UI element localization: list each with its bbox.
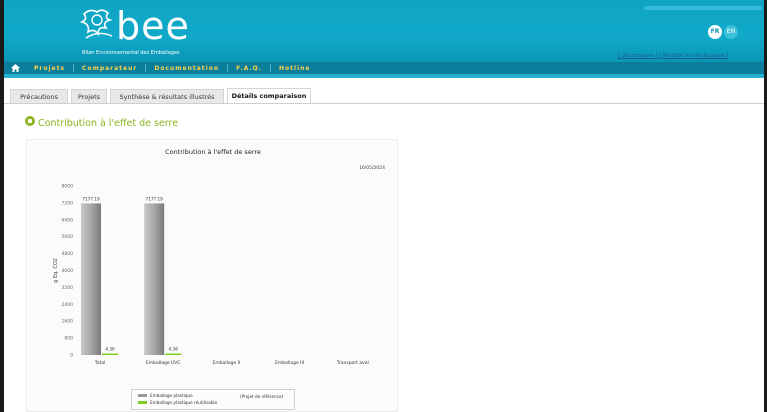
bee-logo-icon[interactable] [80, 8, 116, 42]
brand-subtitle: Bilan Environnemental des Emballages [82, 50, 180, 56]
user-info [644, 6, 762, 10]
data-label: 4.36 [105, 347, 115, 352]
data-label: 4.36 [169, 347, 179, 352]
legend-item: Emballage plastique [138, 393, 193, 398]
legend-reference-note: (Projet de référence) [240, 394, 284, 399]
nav-item-faq[interactable]: F.A.Q. [228, 65, 270, 72]
y-tick-label: 0 [70, 353, 73, 359]
y-tick-label: 1600 [62, 319, 74, 325]
x-tick-label: Emballage III [275, 360, 304, 366]
legend-item: Emballage plastique réutilisable [138, 400, 217, 405]
brand-logo[interactable]: bee [116, 6, 190, 46]
tab-divider [4, 103, 764, 104]
section-title: Contribution à l'effet de serre [38, 118, 179, 129]
section-bullet-icon [25, 116, 35, 126]
language-en-button[interactable]: EN [724, 25, 738, 39]
y-tick-label: 3200 [62, 285, 74, 291]
tab-synthese[interactable]: Synthèse & résultats illustrés [110, 89, 224, 103]
change-password-link[interactable]: [ Modifier le mot de passe ] [659, 53, 728, 59]
y-tick-label: 5600 [62, 234, 74, 240]
legend-swatch-grey [138, 394, 147, 397]
y-tick-label: 7200 [62, 200, 74, 206]
legend-label: Emballage plastique réutilisable [150, 400, 218, 405]
y-tick-label: 8000 [62, 184, 74, 190]
x-tick-label: Transport aval [336, 360, 369, 366]
tab-projets[interactable]: Projets [71, 89, 107, 103]
nav-item-hotline[interactable]: Hotline [271, 65, 318, 72]
tab-details-comparaison[interactable]: Détails comparaison [227, 88, 311, 103]
data-label: 7177.19 [82, 196, 100, 201]
nav-item-documentation[interactable]: Documentation [146, 65, 227, 72]
bar-emballage-plastique-réutilisable [102, 353, 118, 355]
legend-label: Emballage plastique [150, 393, 193, 398]
y-axis-label: g Eq. CO2 [53, 258, 59, 283]
language-fr-button[interactable]: FR [708, 25, 722, 39]
y-tick-label: 6400 [62, 217, 74, 223]
x-tick-label: Total [94, 360, 106, 366]
main-nav: Projets Comparateur Documentation F.A.Q.… [4, 62, 764, 74]
nav-underline [4, 74, 764, 78]
x-tick-label: Emballage UVC [146, 360, 181, 366]
site-header: bee Bilan Environnemental des Emballages… [4, 0, 764, 62]
tab-precautions[interactable]: Précautions [10, 89, 68, 103]
x-tick-label: Emballage II [212, 360, 240, 366]
tab-bar: Précautions Projets Synthèse & résultats… [4, 88, 764, 103]
y-tick-label: 800 [64, 336, 73, 342]
y-tick-label: 4800 [62, 251, 74, 257]
y-tick-label: 2400 [62, 302, 74, 308]
chart-panel: Contribution à l'effet de serre 16/05/20… [26, 139, 398, 412]
legend-swatch-green [138, 401, 147, 404]
chart-legend: Emballage plastique (Projet de référence… [131, 389, 295, 410]
y-tick-label: 4000 [62, 268, 74, 274]
bar-emballage-plastique [81, 203, 101, 355]
nav-item-projets[interactable]: Projets [26, 65, 73, 72]
bar-emballage-plastique [144, 203, 165, 355]
nav-item-comparateur[interactable]: Comparateur [74, 65, 145, 72]
data-label: 7177.19 [146, 196, 164, 201]
account-links: [ Déconnexion ] [ Modifier le mot de pas… [618, 53, 728, 59]
bar-emballage-plastique-réutilisable [165, 353, 182, 355]
bar-chart: 0 800 1600 2400 3200 4000 4800 5600 6400 7200 8000… [53, 184, 369, 367]
logout-link[interactable]: [ Déconnexion ] [618, 53, 658, 59]
home-icon[interactable] [4, 62, 26, 74]
